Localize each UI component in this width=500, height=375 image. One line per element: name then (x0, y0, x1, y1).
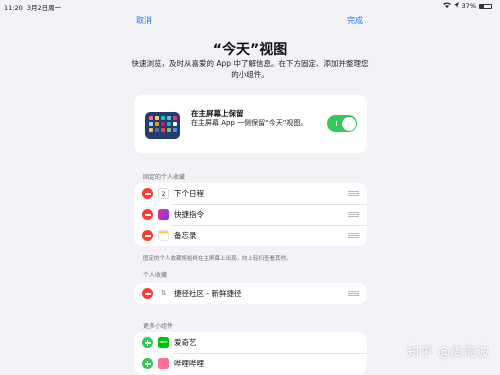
toggle-on-indicator (336, 121, 337, 126)
today-view-app-icon (145, 112, 180, 139)
list-item-label: 捷径社区 - 新鲜捷径 (174, 289, 242, 298)
keep-on-home-toggle[interactable] (327, 115, 357, 132)
more-section-label: 更多小组件 (143, 323, 174, 330)
iqiyi-icon: iQIYI (158, 337, 169, 348)
battery-percent: 37% (461, 2, 476, 10)
remove-button[interactable] (142, 230, 153, 241)
keep-card-description: 在主屏幕 App 一侧保留“今天”视图。 (191, 119, 308, 127)
bilibili-icon (158, 358, 169, 369)
remove-button[interactable] (142, 288, 153, 299)
more-list: iQIYI 爱奇艺 哔哩哔哩 (134, 332, 367, 374)
reorder-handle-icon[interactable] (348, 191, 359, 196)
page-title: “今天”视图 (212, 42, 288, 58)
community-icon: ⇅ (158, 288, 169, 299)
reorder-handle-icon[interactable] (348, 233, 359, 238)
list-item: 备忘录 (134, 225, 367, 246)
list-item: iQIYI 爱奇艺 (134, 332, 367, 353)
keep-on-home-card: 在主屏幕上保留 在主屏幕 App 一侧保留“今天”视图。 (134, 95, 367, 153)
list-item: 快捷指令 (134, 204, 367, 225)
status-bar: 11:20 3月2日周一 37% (0, 0, 500, 12)
status-time-date: 11:20 3月2日周一 (4, 2, 61, 12)
pinned-footer-note: 固定的个人收藏将始终在主屏幕上出现。向上轻扫查看其他。 (143, 256, 292, 262)
add-button[interactable] (142, 337, 153, 348)
list-item: 哔哩哔哩 (134, 353, 367, 374)
reorder-handle-icon[interactable] (348, 212, 359, 217)
location-icon (453, 2, 459, 10)
pinned-section-label: 固定的个人收藏 (143, 174, 186, 181)
battery-icon (479, 3, 492, 9)
reorder-handle-icon[interactable] (348, 291, 359, 296)
list-item-label: 快捷指令 (174, 210, 204, 219)
watermark: 知乎 @周海波 (407, 345, 490, 359)
favorites-section-label: 个人收藏 (143, 272, 168, 279)
list-item-label: 哔哩哔哩 (174, 359, 204, 368)
notes-icon (158, 230, 169, 241)
status-time: 11:20 (4, 4, 23, 12)
remove-button[interactable] (142, 188, 153, 199)
wifi-icon (442, 2, 451, 10)
done-button[interactable]: 完成 (347, 15, 363, 26)
calendar-icon: 2 (158, 188, 169, 199)
shortcuts-icon (158, 209, 169, 220)
list-item-label: 下个日程 (174, 189, 204, 198)
list-item-label: 爱奇艺 (174, 338, 197, 347)
cancel-button[interactable]: 取消 (136, 15, 152, 26)
list-item: ⇅ 捷径社区 - 新鲜捷径 (134, 283, 367, 304)
status-right: 37% (442, 2, 492, 10)
list-item-label: 备忘录 (174, 231, 197, 240)
remove-button[interactable] (142, 209, 153, 220)
list-item: 2 下个日程 (134, 183, 367, 204)
favorites-list: ⇅ 捷径社区 - 新鲜捷径 (134, 283, 367, 304)
toggle-knob (341, 116, 356, 131)
add-button[interactable] (142, 358, 153, 369)
page-subtitle: 快速浏览，及时从喜爱的 App 中了解信息。在下方固定、添加并整理您的小组件。 (131, 59, 369, 79)
status-date: 3月2日周一 (26, 4, 62, 12)
pinned-list: 2 下个日程 快捷指令 备忘录 (134, 183, 367, 246)
